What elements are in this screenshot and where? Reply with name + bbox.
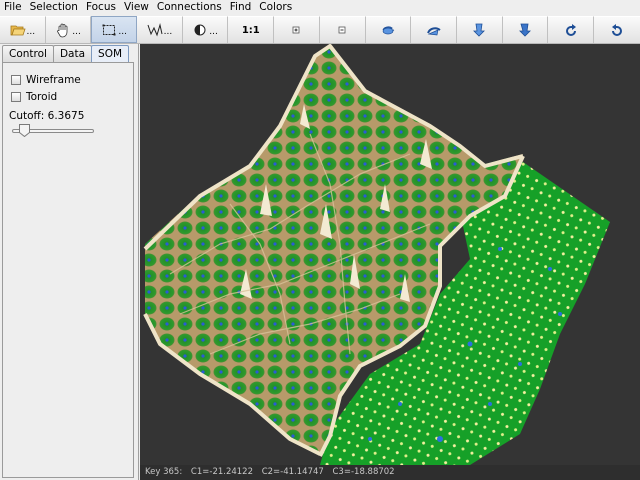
som-3d-view[interactable]	[140, 44, 640, 465]
redo-rotate-icon	[611, 24, 622, 36]
tab-control[interactable]: Control	[2, 45, 54, 62]
tab-data[interactable]: Data	[52, 45, 93, 62]
rotate-down-alt-icon	[518, 23, 531, 37]
cutoff-slider-thumb[interactable]	[19, 124, 31, 137]
toroid-label: Toroid	[26, 91, 58, 103]
open-button-label: ...	[26, 27, 36, 37]
hand-pan-icon	[57, 23, 68, 38]
som-terrain-surface[interactable]	[140, 44, 640, 465]
undo-rotate-icon	[565, 24, 576, 36]
zoom-one-icon: 1:1	[241, 24, 260, 36]
contrast-button-label: ...	[209, 27, 218, 37]
menu-selection[interactable]: Selection	[26, 0, 82, 16]
rotate-left-icon	[382, 26, 395, 35]
rotate-down-icon	[473, 23, 486, 37]
zoom-one-button[interactable]: 1:1	[228, 16, 275, 43]
status-c1: C1=-21.24122	[190, 467, 253, 477]
zoom-out-icon	[338, 26, 346, 34]
toroid-checkbox-box[interactable]	[11, 92, 21, 102]
status-c2: C2=-41.14747	[261, 467, 324, 477]
lasso-select-button-label: ...	[163, 27, 173, 37]
rotate-down-alt-button[interactable]	[502, 16, 549, 43]
application-window: File Selection Focus View Connections Fi…	[0, 0, 640, 480]
status-bar: Key 365: C1=-21.24122 C2=-41.14747 C3=-1…	[140, 465, 640, 480]
pan-button-label: ...	[72, 27, 81, 37]
menu-file[interactable]: File	[0, 0, 26, 16]
toroid-checkbox[interactable]: Toroid	[11, 91, 57, 103]
folder-open-icon	[10, 25, 26, 36]
control-panel: Control Data SOM Wireframe Toroid Cutoff…	[0, 44, 139, 480]
lasso-select-icon	[147, 23, 163, 37]
tab-som[interactable]: SOM	[91, 45, 130, 62]
status-c3: C3=-18.88702	[332, 467, 395, 477]
open-button[interactable]: ...	[0, 16, 46, 43]
pan-button[interactable]: ...	[45, 16, 92, 43]
wireframe-checkbox[interactable]: Wireframe	[11, 74, 81, 86]
rotate-up-icon	[426, 27, 441, 36]
contrast-button[interactable]: ...	[182, 16, 229, 43]
rect-select-button[interactable]: ...	[91, 16, 138, 43]
status-key: Key 365:	[145, 467, 183, 477]
menu-colors[interactable]: Colors	[255, 0, 296, 16]
cutoff-label: Cutoff: 6.3675	[9, 110, 85, 122]
zoom-in-icon	[293, 26, 300, 34]
redo-rotate-button[interactable]	[593, 16, 640, 43]
menu-view[interactable]: View	[120, 0, 153, 16]
panel-tabs: Control Data SOM	[2, 45, 130, 62]
wireframe-label: Wireframe	[26, 74, 81, 86]
som-tab-body: Wireframe Toroid Cutoff: 6.3675	[2, 62, 134, 478]
contrast-icon	[194, 24, 206, 36]
menu-focus[interactable]: Focus	[82, 0, 120, 16]
menu-connections[interactable]: Connections	[153, 0, 226, 16]
rotate-left-button[interactable]	[365, 16, 412, 43]
zoom-in-button[interactable]	[274, 16, 320, 43]
zoom-out-button[interactable]	[319, 16, 366, 43]
rect-select-icon	[102, 24, 116, 35]
rotate-down-button[interactable]	[456, 16, 503, 43]
wireframe-checkbox-box[interactable]	[11, 75, 21, 85]
undo-rotate-button[interactable]	[548, 16, 594, 43]
rotate-up-button[interactable]	[411, 16, 457, 43]
menu-find[interactable]: Find	[226, 0, 256, 16]
rect-select-button-label: ...	[118, 26, 128, 37]
toolbar: ... ... ... ... ... 1:1	[0, 16, 640, 44]
lasso-select-button[interactable]: ...	[137, 16, 183, 43]
menu-bar: File Selection Focus View Connections Fi…	[0, 0, 640, 16]
